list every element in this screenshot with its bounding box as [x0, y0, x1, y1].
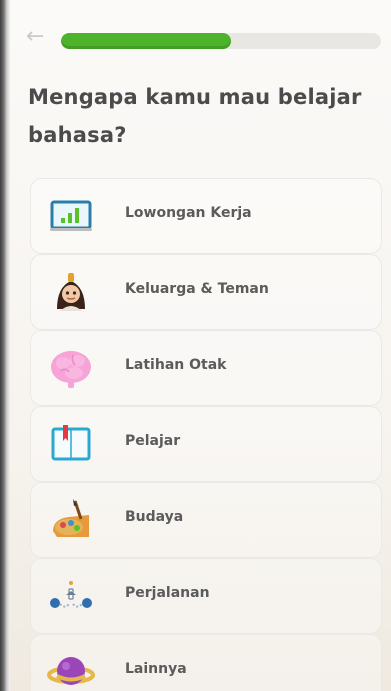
option-lowongan-kerja[interactable]: Lowongan Kerja [30, 178, 382, 254]
options-list: Lowongan Kerja Keluarga & Teman Latihan … [30, 178, 382, 691]
book-icon [47, 421, 95, 467]
option-keluarga-teman[interactable]: Keluarga & Teman [30, 254, 382, 330]
family-icon [47, 269, 95, 315]
progress-fill [61, 33, 231, 49]
option-label: Budaya [125, 509, 184, 525]
planet-icon [47, 649, 95, 691]
question-title: Mengapa kamu mau belajar bahasa? [28, 78, 378, 154]
screen: ← Mengapa kamu mau belajar bahasa? Lowon… [0, 0, 391, 691]
window-edge [0, 0, 10, 691]
option-latihan-otak[interactable]: Latihan Otak [30, 330, 382, 406]
option-pelajar[interactable]: Pelajar [30, 406, 382, 482]
option-lainnya[interactable]: Lainnya [30, 634, 382, 691]
question-line-2: bahasa? [28, 123, 127, 147]
chart-icon [47, 193, 95, 239]
option-label: Perjalanan [125, 585, 210, 601]
option-budaya[interactable]: Budaya [30, 482, 382, 558]
question-line-1: Mengapa kamu mau belajar [28, 85, 362, 109]
arrow-left-icon[interactable]: ← [26, 26, 48, 48]
brain-icon [47, 345, 95, 391]
option-label: Keluarga & Teman [125, 281, 269, 297]
option-label: Lainnya [125, 661, 187, 677]
option-label: Pelajar [125, 433, 181, 449]
progress-bar [61, 33, 381, 49]
option-perjalanan[interactable]: Perjalanan [30, 558, 382, 634]
travel-icon [47, 573, 95, 619]
option-label: Lowongan Kerja [125, 205, 252, 221]
option-label: Latihan Otak [125, 357, 227, 373]
culture-icon [47, 497, 95, 543]
